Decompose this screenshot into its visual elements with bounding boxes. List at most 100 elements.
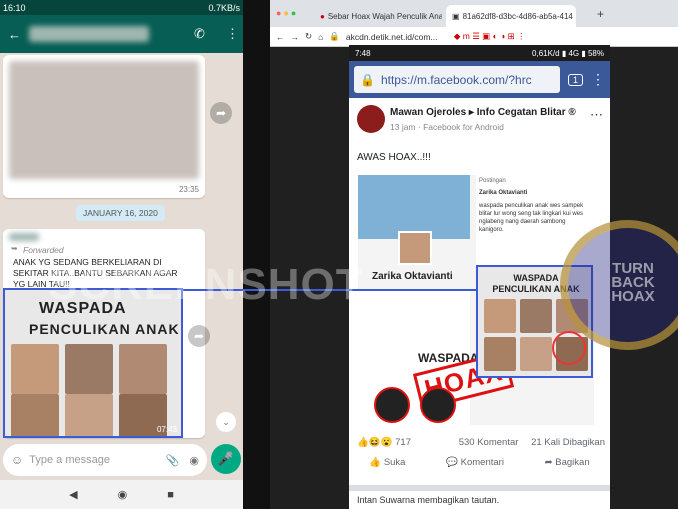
emoji-icon[interactable]: ☺	[11, 453, 23, 467]
extension-icons[interactable]: ◆ m ☰ ▣ ◐ ◑ ⊞ ⋮	[454, 31, 526, 42]
tab-favicon-icon: ●	[320, 11, 325, 21]
like-button[interactable]: 👍 Suka	[369, 457, 405, 468]
post-more-icon[interactable]: ⋯	[590, 107, 603, 123]
battery-level: 58%	[587, 48, 604, 58]
author-line: Mawan Ojeroles ▸ Info Cegatan Blitar ®	[390, 107, 576, 118]
toolbar: ← → ↻ ⌂ 🔒 akcdn.detik.net.id/com... ◆ m …	[270, 27, 678, 47]
waspada-image[interactable]: WASPADA PENCULIKAN ANAK 07:43	[3, 288, 183, 438]
post-author[interactable]: Mawan Ojeroles	[390, 107, 466, 118]
share-icon[interactable]: ➦	[210, 102, 232, 124]
comment-label: Komentari	[460, 457, 504, 468]
message-time: 23:35	[178, 185, 199, 194]
face-photo	[11, 394, 59, 436]
logo-right	[420, 387, 456, 423]
status-bar: 16:10 0.7KB/s	[0, 0, 243, 15]
forwarded-label: Forwarded	[23, 245, 64, 255]
like-icon: 👍	[369, 457, 384, 468]
back-icon[interactable]: ←	[276, 32, 285, 42]
nav-recents-icon[interactable]: ■	[167, 489, 174, 501]
post-header: Mawan Ojeroles ▸ Info Cegatan Blitar ® 1…	[357, 105, 605, 145]
face-photo	[65, 344, 113, 394]
sender-blurred	[9, 233, 39, 241]
post-text: AWAS HOAX..!!!	[357, 152, 431, 163]
face-photo	[11, 344, 59, 394]
status-time: 16:10	[3, 2, 26, 13]
avatar[interactable]	[357, 105, 385, 133]
attach-icon[interactable]: 📎	[166, 454, 180, 467]
reaction-count: 717	[395, 437, 411, 448]
post-group[interactable]: Info Cegatan Blitar ®	[477, 107, 576, 118]
status-right-group: 0,61K/d ▮ 4G ▮ 58%	[532, 49, 604, 58]
next-post: Intan Suwarna membagikan tautan.	[349, 485, 610, 509]
fb-url-bar: 🔒 https://m.facebook.com/?hrc 1 ⋮	[349, 61, 610, 98]
tab-image-icon: ▣	[452, 11, 460, 21]
camera-icon[interactable]: ◉	[189, 454, 199, 467]
arrow-icon: ▸	[468, 107, 477, 118]
new-tab-icon[interactable]: +	[597, 7, 604, 21]
more-icon[interactable]: ⋮	[226, 26, 239, 42]
comment-count[interactable]: 530 Komentar	[459, 437, 519, 448]
nav-back-icon[interactable]: ◀	[69, 488, 77, 501]
tab-title: Sebar Hoax Wajah Penculik Anak	[327, 11, 442, 21]
reload-icon[interactable]: ↻	[305, 31, 312, 42]
image-time: 07:43	[156, 425, 177, 434]
image-title2: PENCULIKAN ANAK	[29, 321, 180, 337]
fb-url-field[interactable]: 🔒 https://m.facebook.com/?hrc	[354, 66, 560, 93]
action-bar: 👍 Suka 💬 Komentari ➦ Bagikan	[349, 457, 610, 468]
signal-icon: ▮ 4G ▮	[561, 48, 588, 58]
forwarded-icon: ➥	[11, 244, 18, 253]
url-text[interactable]: akcdn.detik.net.id/com...	[346, 32, 448, 42]
status-net: 0.7KB/s	[208, 2, 240, 13]
tab-count[interactable]: 1	[567, 73, 583, 86]
share-icon[interactable]: ➦	[188, 325, 210, 347]
tab-image[interactable]: ▣ 81a62df8-d3bc-4d86-ab5a-414	[446, 5, 576, 27]
whatsapp-screen: 16:10 0.7KB/s ← ✆ ⋮ 23:35 ➦ JANUARY 16, …	[0, 0, 243, 509]
next-author[interactable]: Intan Suwarna membagikan tautan.	[357, 495, 499, 505]
tab-article[interactable]: ● Sebar Hoax Wajah Penculik Anak	[314, 5, 442, 27]
call-add-icon[interactable]: ✆	[194, 26, 205, 42]
home-icon[interactable]: ⌂	[318, 32, 323, 42]
face-photo	[484, 299, 516, 333]
window-controls: ●●●	[276, 8, 299, 18]
badge-text: TURN BACK HOAX	[611, 260, 655, 305]
android-navbar: ◀ ◉ ■	[0, 480, 243, 509]
back-arrow-icon[interactable]: ←	[8, 27, 21, 42]
blurred-message: 23:35	[3, 55, 205, 198]
share-icon: ➦	[544, 457, 556, 468]
mic-button[interactable]: 🎤	[211, 444, 241, 474]
scroll-down-icon[interactable]: ⌄	[216, 412, 236, 432]
lock-icon: 🔒	[360, 72, 375, 87]
woman-photo	[358, 175, 470, 239]
profile-photo	[398, 231, 432, 265]
share-count[interactable]: 21 Kali Dibagikan	[531, 437, 605, 448]
face-photo	[119, 344, 167, 394]
message-input[interactable]: ☺ Type a message 📎 ◉	[3, 444, 207, 476]
shared-text: waspada penculikan anak wes sampek blita…	[479, 203, 584, 233]
shared-label: Postingan	[479, 178, 506, 184]
shared-author: Zarika Oktavianti	[479, 190, 528, 196]
face-photo	[520, 337, 552, 371]
fb-more-icon[interactable]: ⋮	[591, 71, 605, 88]
date-chip: JANUARY 16, 2020	[76, 205, 165, 221]
contact-name-blurred	[29, 26, 149, 42]
lock-icon: 🔒	[329, 31, 340, 41]
blurred-content	[9, 61, 199, 179]
tab-strip: ●●● ● Sebar Hoax Wajah Penculik Anak ▣ 8…	[270, 0, 678, 27]
fb-url-text: https://m.facebook.com/?hrc	[380, 72, 532, 87]
phone-time: 7:48	[355, 48, 371, 58]
reactions[interactable]: 👍😆😮 717	[357, 437, 411, 448]
nav-home-icon[interactable]: ◉	[118, 488, 128, 501]
reaction-bar: 👍😆😮 717 530 Komentar 21 Kali Dibagikan	[357, 437, 605, 448]
comment-icon: 💬	[446, 457, 461, 468]
post-meta: 13 jam · Facebook for Android	[390, 122, 504, 132]
share-label: Bagikan	[555, 457, 590, 468]
forward-icon[interactable]: →	[291, 32, 300, 42]
comment-button[interactable]: 💬 Komentari	[446, 457, 504, 468]
tab-title: 81a62df8-d3bc-4d86-ab5a-414	[462, 11, 573, 21]
reaction-icons: 👍😆😮	[357, 437, 393, 448]
phone-status-bar: 7:48 0,61K/d ▮ 4G ▮ 58%	[349, 45, 610, 61]
share-button[interactable]: ➦ Bagikan	[545, 457, 590, 468]
face-photo	[65, 394, 113, 436]
watermark: SCREENSHOT	[48, 260, 364, 309]
profile-name: Zarika Oktavianti	[372, 271, 453, 282]
